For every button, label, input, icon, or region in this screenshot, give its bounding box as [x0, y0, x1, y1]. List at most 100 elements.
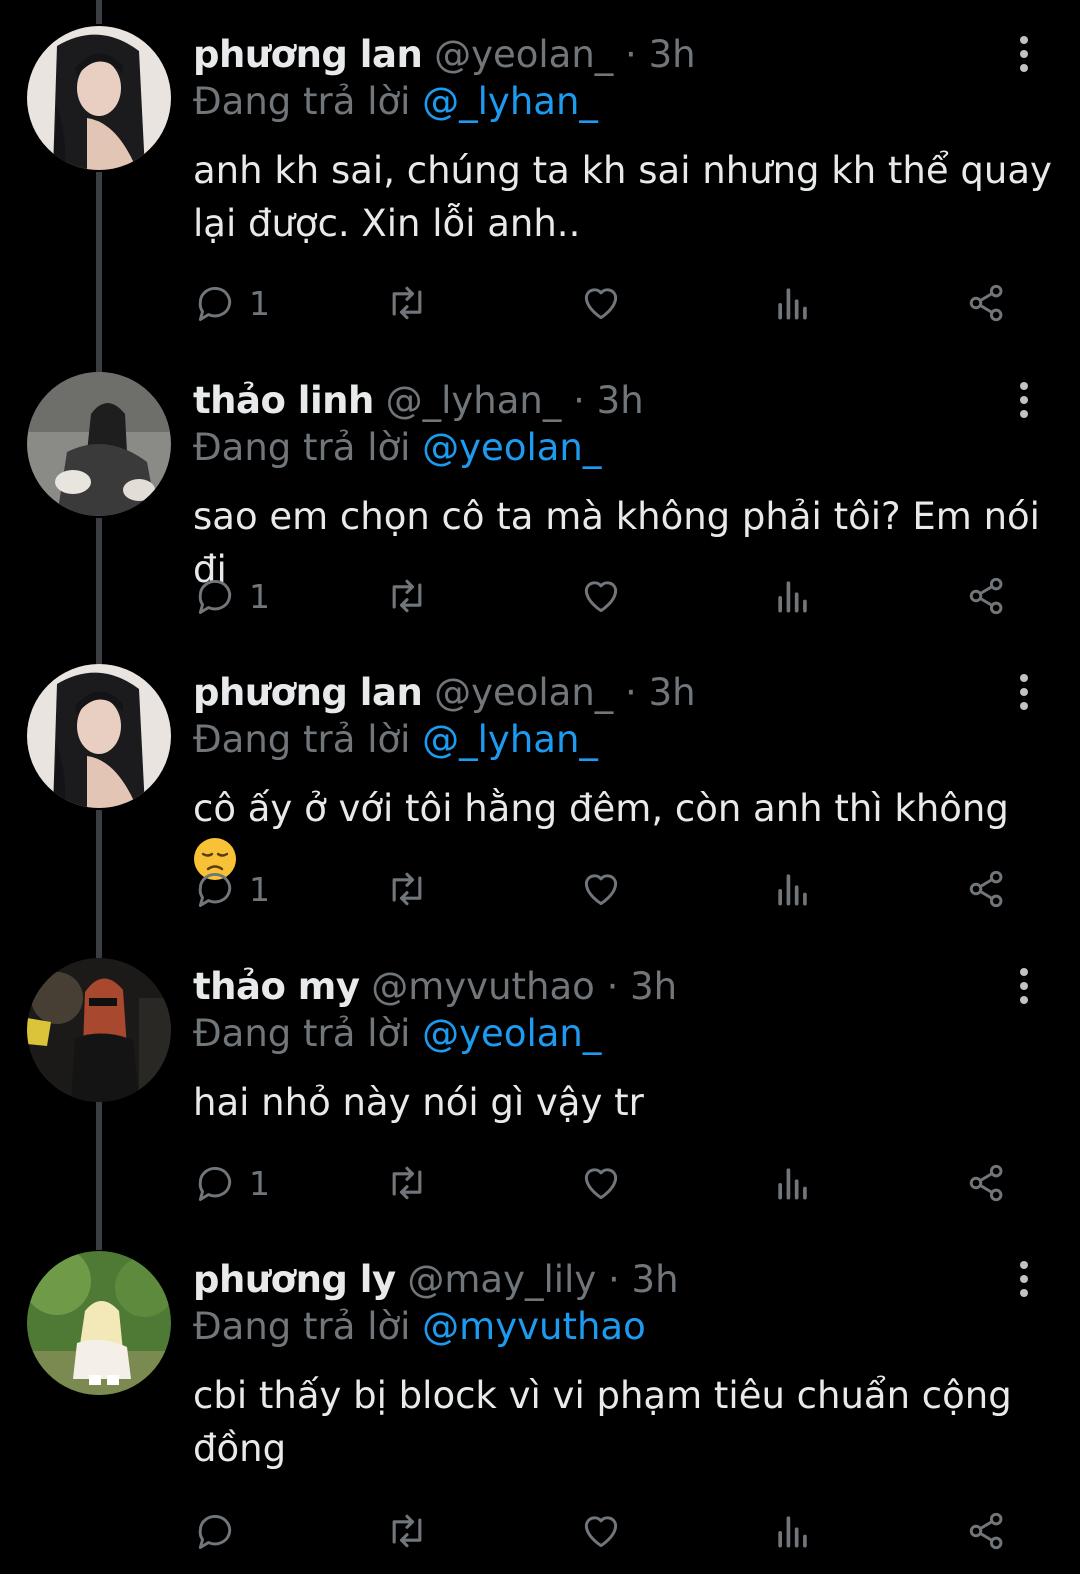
like-button[interactable] — [579, 1158, 623, 1208]
share-button[interactable] — [965, 864, 1009, 914]
avatar[interactable] — [27, 372, 171, 516]
replying-to-handle[interactable]: @myvuthao — [422, 1305, 646, 1348]
retweet-button[interactable] — [385, 864, 429, 914]
display-name[interactable]: thảo my — [193, 965, 360, 1008]
separator-dot: · — [573, 379, 585, 422]
tweet[interactable]: thảo my @myvuthao · 3h Đang trả lời @yeo… — [0, 932, 1080, 1224]
display-name[interactable]: thảo linh — [193, 379, 374, 422]
avatar-photo-thao-linh-icon — [27, 372, 171, 516]
retweet-button[interactable] — [385, 571, 429, 621]
views-button[interactable] — [771, 278, 815, 328]
reply-icon — [198, 1166, 232, 1201]
replying-to-handle[interactable]: @yeolan_ — [422, 426, 601, 469]
timestamp[interactable]: 3h — [630, 965, 677, 1008]
tweet[interactable]: thảo linh @_lyhan_ · 3h Đang trả lời @ye… — [0, 346, 1080, 638]
tweet[interactable]: phương lan @yeolan_ · 3h Đang trả lời @_… — [0, 638, 1080, 930]
reply-icon — [198, 579, 232, 614]
user-handle[interactable]: @yeolan_ — [434, 671, 613, 714]
separator-dot: · — [625, 33, 637, 76]
more-vertical-icon[interactable] — [1012, 34, 1036, 74]
avatar[interactable] — [27, 958, 171, 1102]
heart-icon — [584, 1516, 618, 1548]
user-handle[interactable]: @yeolan_ — [434, 33, 613, 76]
reply-count: 1 — [249, 869, 270, 909]
share-icon — [969, 284, 1003, 322]
replying-to: Đang trả lời @myvuthao — [193, 1303, 1053, 1351]
more-vertical-icon[interactable] — [1012, 380, 1036, 420]
heart-icon — [584, 1168, 618, 1200]
avatar[interactable] — [27, 664, 171, 808]
timestamp[interactable]: 3h — [632, 1258, 679, 1301]
views-icon — [778, 874, 807, 906]
user-handle[interactable]: @myvuthao — [371, 965, 595, 1008]
reply-button[interactable]: 1 — [193, 571, 270, 621]
replying-to: Đang trả lời @_lyhan_ — [193, 716, 1053, 764]
user-handle[interactable]: @_lyhan_ — [386, 379, 562, 422]
replying-to: Đang trả lời @_lyhan_ — [193, 78, 1053, 126]
retweet-icon — [392, 872, 422, 906]
user-handle[interactable]: @may_lily — [407, 1258, 596, 1301]
avatar-photo-thao-my-icon — [27, 958, 171, 1102]
tweet[interactable]: phương ly @may_lily · 3h Đang trả lời @m… — [0, 1225, 1080, 1574]
tweet[interactable]: phương lan @yeolan_ · 3h Đang trả lời @_… — [0, 0, 1080, 345]
reply-icon — [198, 286, 232, 321]
retweet-button[interactable] — [385, 1506, 429, 1556]
reply-button[interactable]: 1 — [193, 864, 270, 914]
views-button[interactable] — [771, 864, 815, 914]
share-button[interactable] — [965, 278, 1009, 328]
timestamp[interactable]: 3h — [649, 671, 696, 714]
heart-icon — [584, 581, 618, 613]
reply-count: 1 — [249, 283, 270, 323]
reply-button[interactable]: 1 — [193, 1158, 270, 1208]
avatar[interactable] — [27, 1251, 171, 1395]
reply-button[interactable] — [193, 1506, 249, 1556]
heart-icon — [584, 288, 618, 320]
replying-to: Đang trả lời @yeolan_ — [193, 1010, 1053, 1058]
tweet-actions: 1 — [193, 571, 1033, 621]
share-button[interactable] — [965, 1158, 1009, 1208]
timestamp[interactable]: 3h — [597, 379, 644, 422]
views-button[interactable] — [771, 1158, 815, 1208]
display-name[interactable]: phương ly — [193, 1258, 396, 1301]
views-icon — [778, 1516, 807, 1548]
more-vertical-icon[interactable] — [1012, 1259, 1036, 1299]
display-name[interactable]: phương lan — [193, 33, 423, 76]
avatar-photo-phuong-lan-icon — [27, 26, 171, 170]
more-vertical-icon[interactable] — [1012, 966, 1036, 1006]
like-button[interactable] — [579, 1506, 623, 1556]
replying-to-label: Đang trả lời — [193, 80, 423, 123]
avatar-photo-phuong-ly-icon — [27, 1251, 171, 1395]
views-button[interactable] — [771, 1506, 815, 1556]
share-button[interactable] — [965, 1506, 1009, 1556]
like-button[interactable] — [579, 571, 623, 621]
share-icon — [969, 1512, 1003, 1550]
separator-dot: · — [606, 965, 619, 1008]
more-vertical-icon[interactable] — [1012, 672, 1036, 712]
share-icon — [969, 1164, 1003, 1202]
views-icon — [778, 581, 807, 613]
retweet-icon — [392, 1166, 422, 1200]
replying-to-label: Đang trả lời — [193, 1305, 423, 1348]
replying-to-handle[interactable]: @yeolan_ — [422, 1012, 601, 1055]
share-button[interactable] — [965, 571, 1009, 621]
retweet-button[interactable] — [385, 278, 429, 328]
like-button[interactable] — [579, 864, 623, 914]
replying-to-handle[interactable]: @_lyhan_ — [422, 718, 598, 761]
tweet-actions: 1 — [193, 864, 1033, 914]
views-button[interactable] — [771, 571, 815, 621]
reply-icon — [198, 1514, 232, 1549]
tweet-text-content: cô ấy ở với tôi hằng đêm, còn anh thì kh… — [193, 787, 1009, 830]
avatar[interactable] — [27, 26, 171, 170]
separator-dot: · — [625, 671, 637, 714]
retweet-button[interactable] — [385, 1158, 429, 1208]
tweet-actions: 1 — [193, 1158, 1033, 1208]
timestamp[interactable]: 3h — [649, 33, 696, 76]
replying-to-handle[interactable]: @_lyhan_ — [422, 80, 598, 123]
like-button[interactable] — [579, 278, 623, 328]
display-name[interactable]: phương lan — [193, 671, 423, 714]
retweet-icon — [392, 579, 422, 613]
tweet-actions: 1 — [193, 278, 1033, 328]
tweet-text: hai nhỏ này nói gì vậy tr — [193, 1081, 644, 1124]
reply-button[interactable]: 1 — [193, 278, 270, 328]
reply-count: 1 — [249, 576, 270, 616]
